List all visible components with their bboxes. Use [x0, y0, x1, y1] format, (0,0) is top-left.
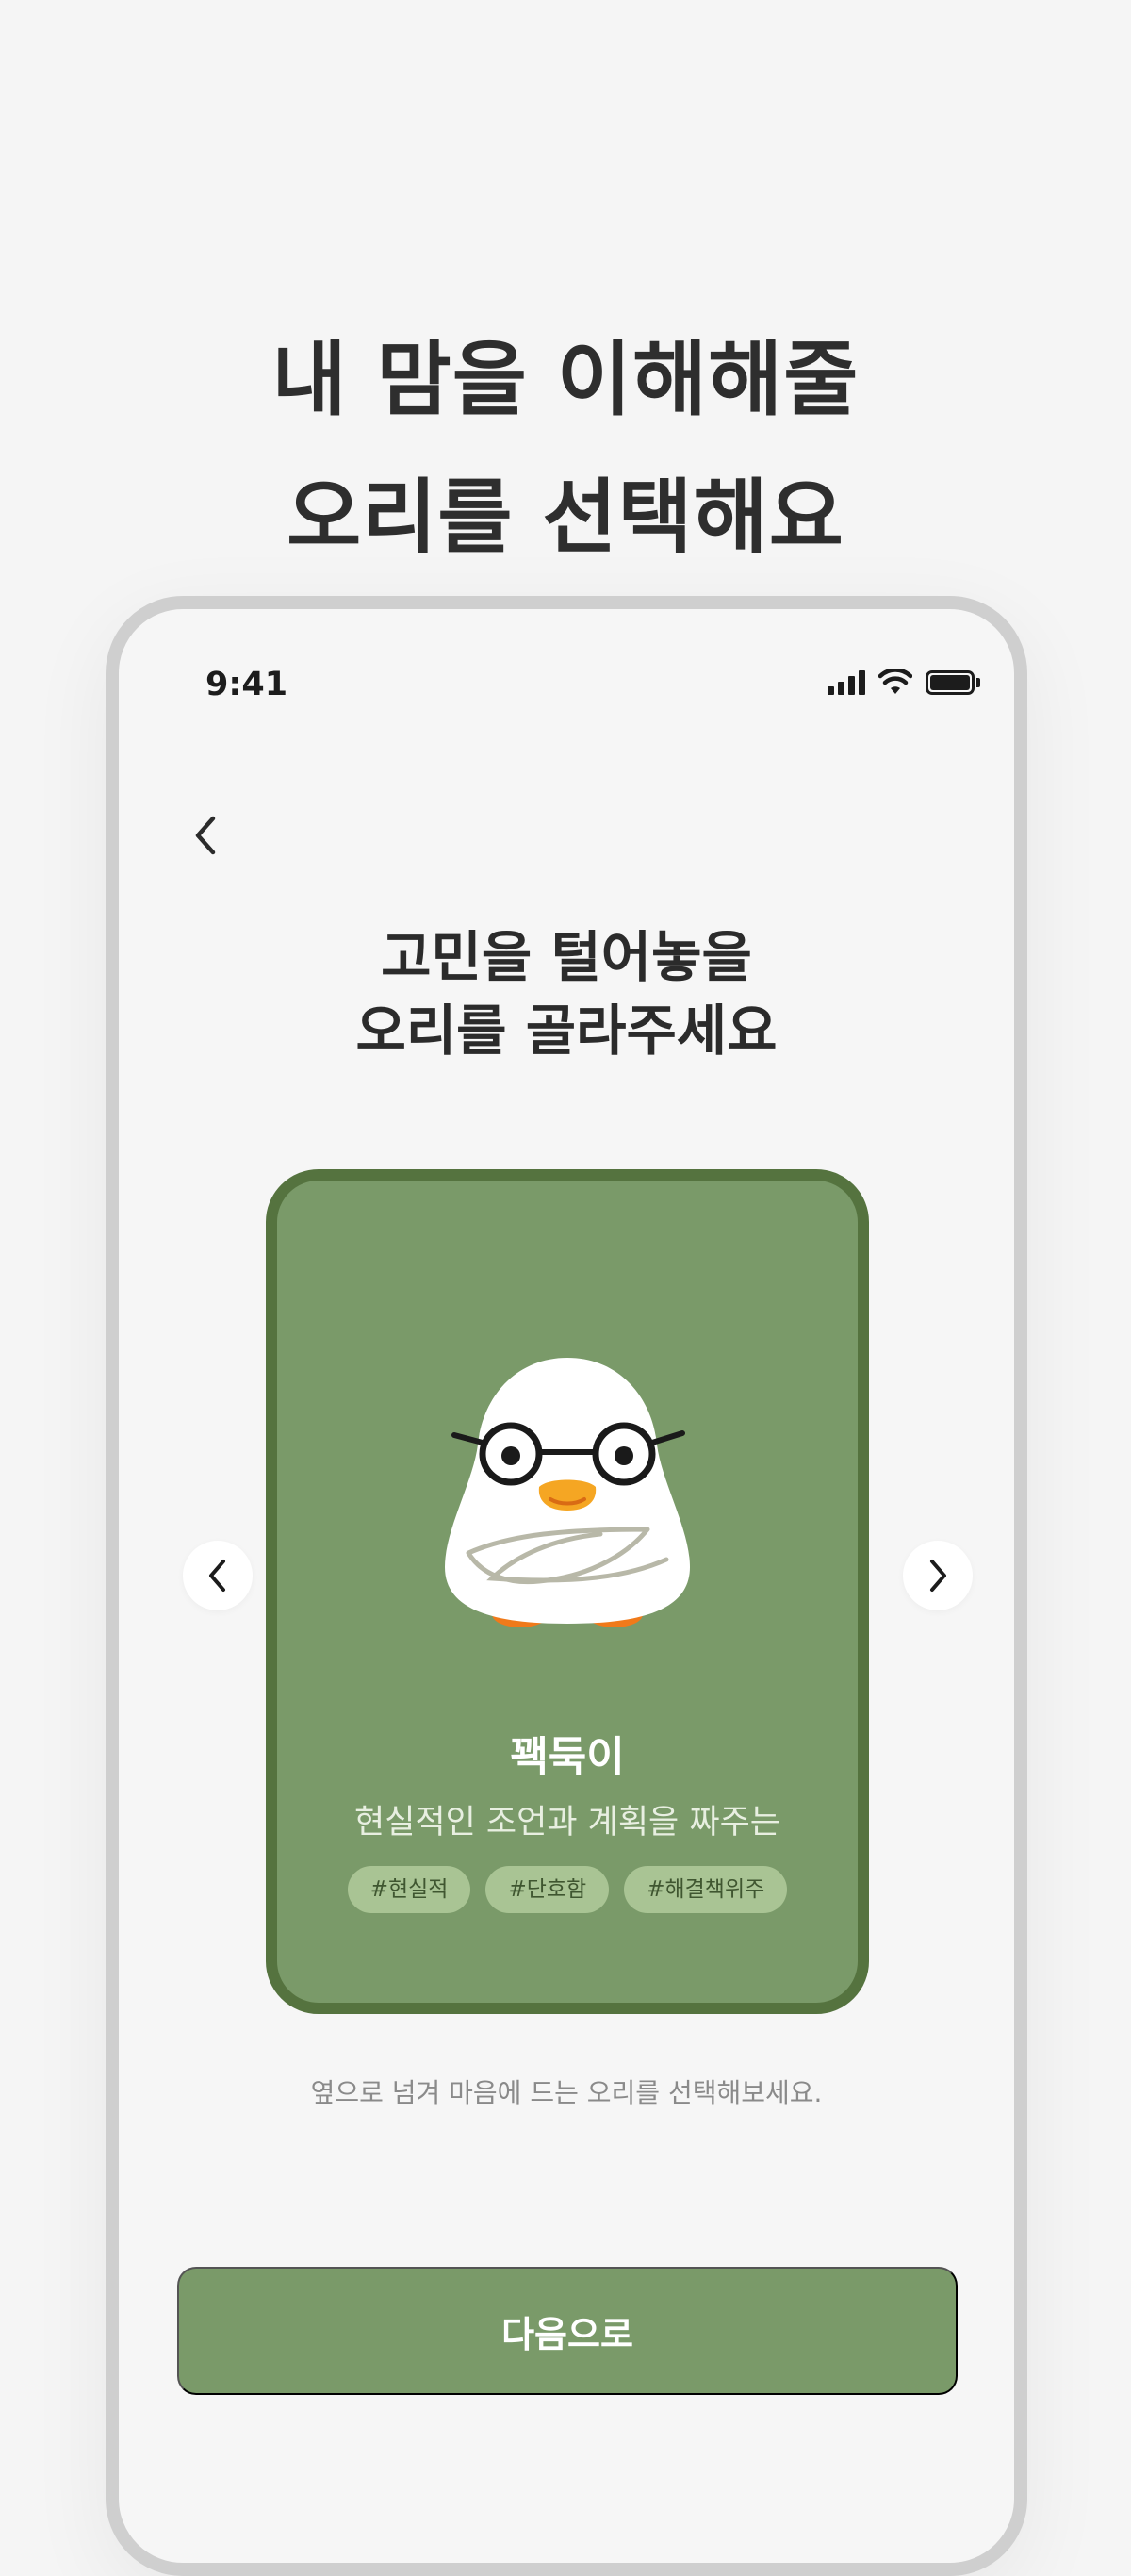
duck-card[interactable]: 꽥둑이 현실적인 조언과 계획을 짜주는 #현실적 #단호함 #해결책위주 — [266, 1169, 869, 2014]
chevron-right-icon — [930, 1560, 946, 1592]
status-time: 9:41 — [205, 666, 288, 703]
screen-title-line-1: 고민을 털어놓을 — [381, 925, 752, 989]
screen-title: 고민을 털어놓을 오리를 골라주세요 — [119, 920, 1014, 1067]
carousel-prev-button[interactable] — [183, 1541, 253, 1610]
swipe-hint: 옆으로 넘겨 마음에 드는 오리를 선택해보세요. — [310, 2077, 823, 2108]
promo-title: 내 맘을 이해해줄 오리를 선택해요 — [0, 311, 1131, 586]
screen-title-line-2: 오리를 골라주세요 — [355, 999, 778, 1063]
battery-icon — [926, 670, 980, 695]
chevron-left-icon — [195, 816, 216, 855]
duck-illustration — [445, 1358, 690, 1627]
promo-title-line-2: 오리를 선택해요 — [287, 471, 844, 565]
carousel-next-button[interactable] — [903, 1541, 973, 1610]
tag-chip: #해결책위주 — [624, 1866, 788, 1913]
promo-title-line-1: 내 맘을 이해해줄 — [271, 333, 860, 427]
next-button[interactable]: 다음으로 — [177, 2267, 958, 2395]
tag-chip: #현실적 — [347, 1866, 471, 1913]
duck-name: 꽥둑이 — [510, 1733, 625, 1781]
chevron-left-icon — [209, 1560, 225, 1592]
phone-frame: 9:41 고민을 털어놓을 오리를 골라주세요 꽥둑이 현실적인 조언과 계획을… — [106, 596, 1027, 2576]
status-bar: 9:41 — [119, 609, 1014, 722]
duck-tags: #현실적 #단호함 #해결책위주 — [277, 1866, 858, 1913]
signal-icon — [828, 670, 865, 695]
duck-description: 현실적인 조언과 계획을 짜주는 — [354, 1804, 780, 1841]
tag-chip: #단호함 — [485, 1866, 610, 1913]
wifi-icon — [878, 669, 912, 694]
back-button[interactable] — [168, 798, 243, 873]
status-icons — [828, 669, 980, 696]
